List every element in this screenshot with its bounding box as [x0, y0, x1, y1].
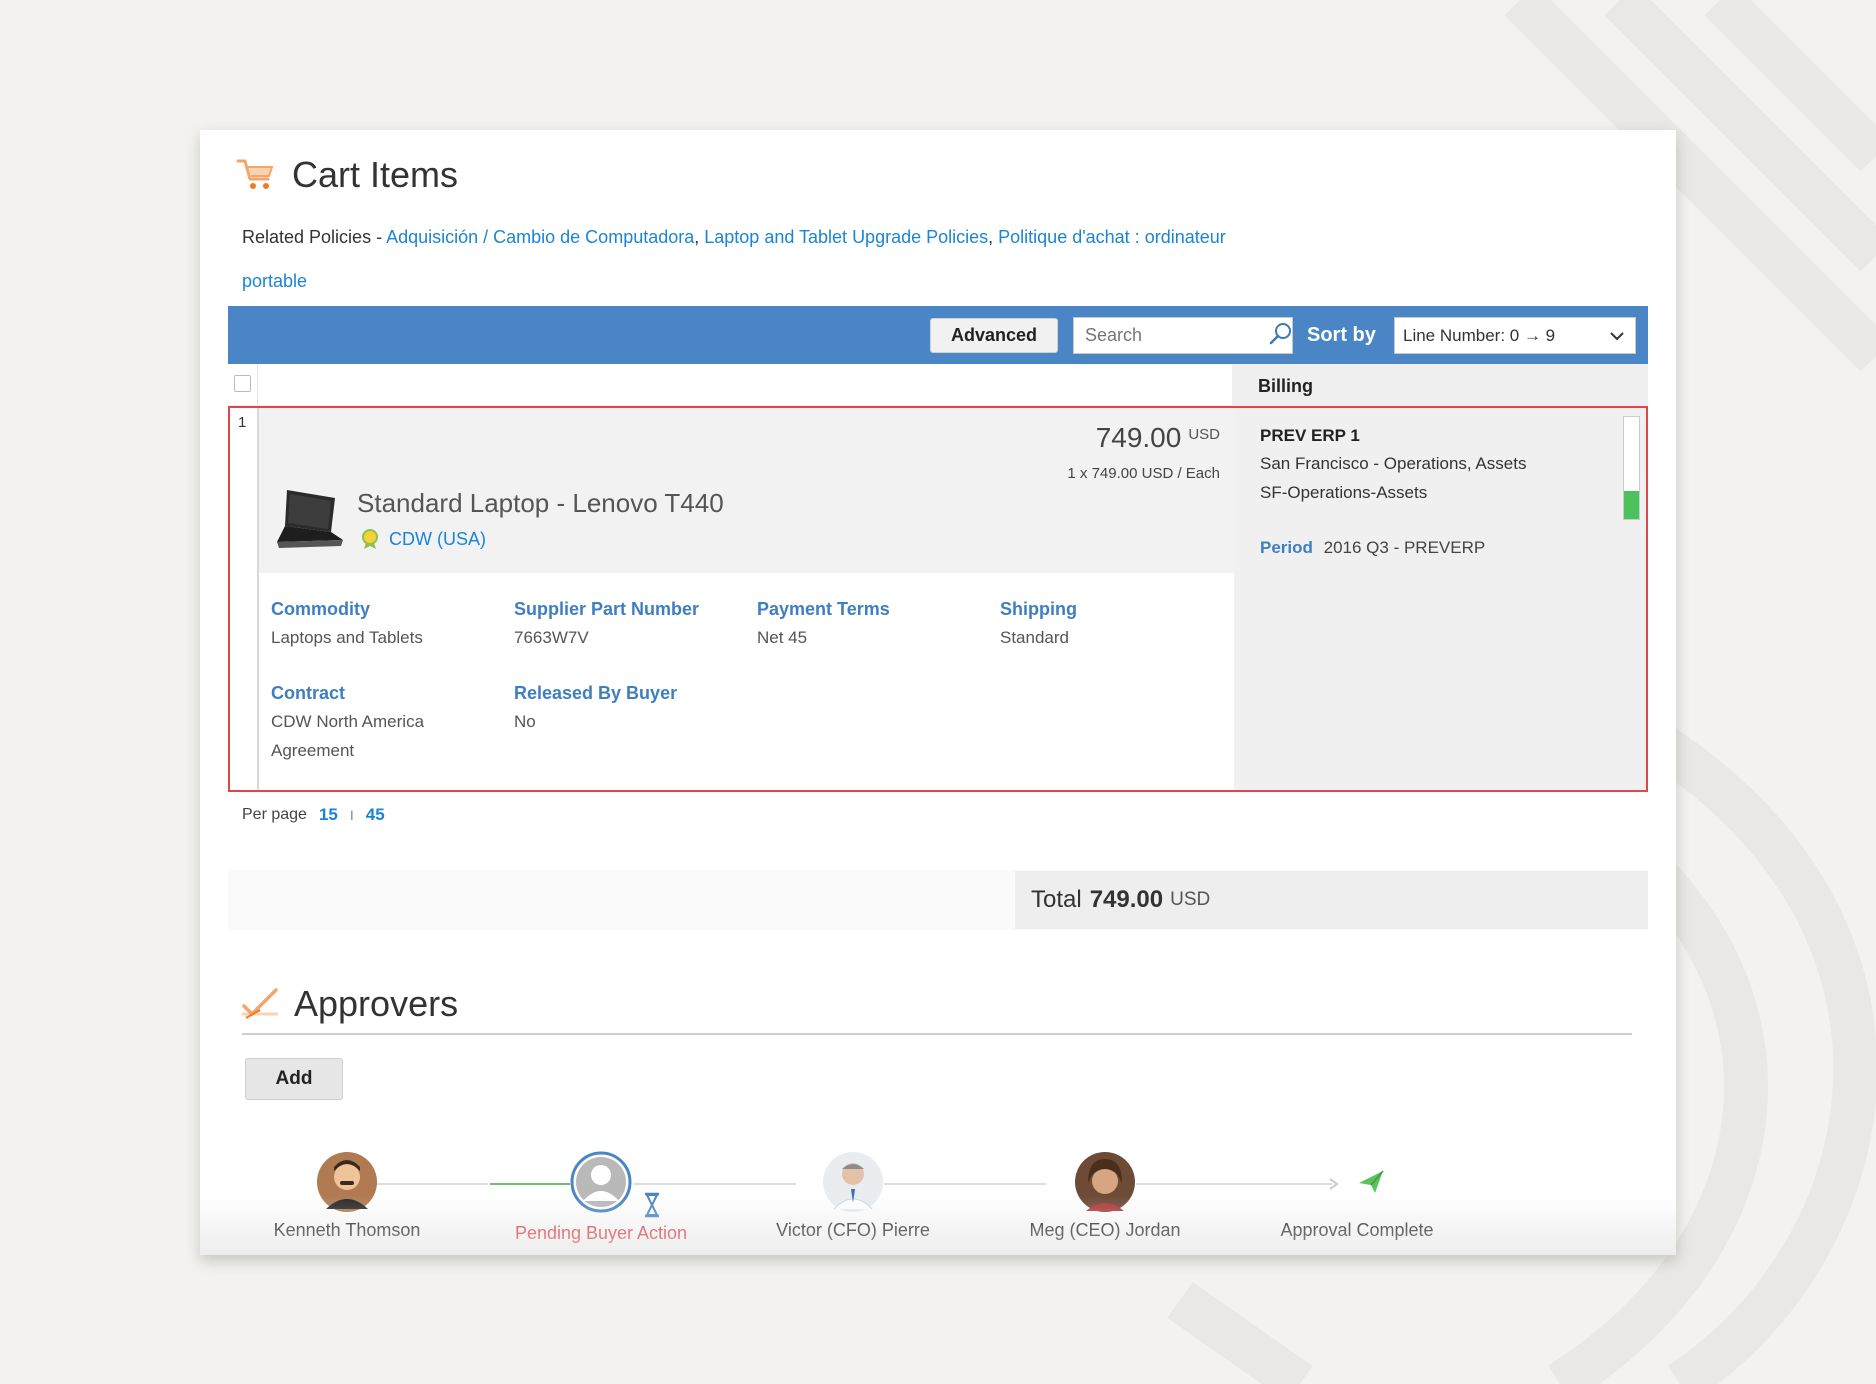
cart-toolbar: Advanced Sort by Line Number: 0 → 9: [228, 306, 1648, 364]
sort-by-label: Sort by: [1307, 324, 1376, 346]
hourglass-icon: [645, 1192, 659, 1218]
per-page-15[interactable]: 15: [319, 805, 338, 825]
avatar-victor-pierre[interactable]: [822, 1151, 884, 1213]
search-icon[interactable]: [1268, 321, 1294, 347]
paper-plane-icon: [1359, 1170, 1384, 1193]
policy-link-laptop-upgrade[interactable]: Laptop and Tablet Upgrade Policies: [704, 227, 988, 247]
contract-field: Contract CDW North America Agreement: [271, 679, 461, 765]
billing-column-header: Billing: [1232, 364, 1648, 406]
cart-line-item[interactable]: 1 749.00 USD 1 x 749.00 USD / Each Stand…: [228, 406, 1648, 792]
related-policies-label: Related Policies -: [242, 227, 387, 247]
released-by-buyer-value: No: [514, 712, 536, 731]
supplier-part-label: Supplier Part Number: [514, 599, 700, 619]
approver-name-kenneth: Kenneth Thomson: [273, 1220, 421, 1240]
cart-icon: [236, 159, 274, 189]
policy-link-adquisicion[interactable]: Adquisición / Cambio de Computadora: [386, 227, 694, 247]
approvers-title: Approvers: [294, 983, 459, 1024]
item-summary: 749.00 USD 1 x 749.00 USD / Each Standar…: [259, 408, 1234, 573]
released-by-buyer-field: Released By Buyer No: [514, 679, 734, 736]
item-billing: PREV ERP 1 San Francisco - Operations, A…: [1234, 408, 1646, 790]
select-all-checkbox[interactable]: [234, 375, 251, 392]
period-value: 2016 Q3 - PREVERP: [1323, 538, 1486, 557]
flow-connector: [1136, 1183, 1332, 1185]
avatar-kenneth-thomson[interactable]: [316, 1151, 378, 1213]
billing-erp-title: PREV ERP 1: [1260, 426, 1360, 445]
preferred-supplier-icon: [362, 529, 378, 549]
scrollbar-thumb[interactable]: [1624, 491, 1639, 519]
policy-separator: ,: [988, 227, 999, 247]
approvers-heading: Approvers: [238, 983, 458, 1025]
period-label: Period: [1260, 538, 1313, 557]
table-header: Billing: [228, 364, 1648, 406]
unit-price: 1 x 749.00 USD / Each: [1067, 465, 1220, 482]
payment-terms-field: Payment Terms Net 45: [757, 595, 977, 652]
approver-name-meg: Meg (CEO) Jordan: [1029, 1220, 1181, 1240]
item-details: Commodity Laptops and Tablets Supplier P…: [259, 573, 1234, 790]
payment-terms-value: Net 45: [757, 628, 808, 647]
supplier[interactable]: CDW (USA): [359, 528, 486, 550]
total-label: Total: [1031, 886, 1082, 913]
add-approver-button[interactable]: Add: [245, 1058, 343, 1100]
avatar-pending-buyer[interactable]: [570, 1151, 632, 1213]
cart-panel: Cart Items Related Policies - Adquisició…: [200, 130, 1676, 1255]
flow-connector: [634, 1183, 796, 1185]
price-amount: 749.00: [1095, 422, 1182, 453]
total-amount: 749.00: [1089, 886, 1164, 913]
cart-total: Total 749.00 USD: [1015, 871, 1648, 929]
total-currency: USD: [1170, 889, 1211, 910]
related-policies: Related Policies - Adquisición / Cambio …: [242, 215, 1242, 303]
flow-connector-active: [490, 1183, 570, 1185]
flow-connector: [884, 1183, 1046, 1185]
billing-scrollbar[interactable]: [1623, 416, 1640, 520]
cart-items-heading: Cart Items: [236, 154, 458, 196]
item-name[interactable]: Standard Laptop - Lenovo T440: [357, 488, 724, 519]
header-divider: [257, 364, 258, 406]
per-page-separator: I: [349, 807, 354, 823]
search-input[interactable]: [1073, 317, 1293, 354]
laptop-product-image[interactable]: [273, 486, 345, 552]
approver-name-victor: Victor (CFO) Pierre: [776, 1220, 930, 1240]
shipping-field: Shipping Standard: [1000, 595, 1220, 652]
line-number: 1: [238, 414, 247, 431]
per-page-45[interactable]: 45: [366, 805, 385, 825]
avatar-meg-jordan[interactable]: [1074, 1151, 1136, 1213]
shipping-label: Shipping: [1000, 599, 1077, 619]
released-by-buyer-label: Released By Buyer: [514, 683, 678, 703]
contract-value: CDW North America Agreement: [271, 712, 425, 760]
payment-terms-label: Payment Terms: [757, 599, 890, 619]
approvers-divider: [242, 1033, 1632, 1035]
chevron-down-icon: [1610, 332, 1624, 341]
sort-select[interactable]: Line Number: 0 → 9: [1394, 317, 1636, 354]
price-currency: USD: [1188, 426, 1220, 443]
sort-select-value: Line Number: 0 → 9: [1403, 325, 1556, 345]
billing-location: San Francisco - Operations, Assets: [1260, 454, 1527, 473]
commodity-value: Laptops and Tablets: [271, 628, 423, 647]
item-price: 749.00 USD: [1096, 422, 1220, 454]
approver-name-pending: Pending Buyer Action: [514, 1223, 688, 1243]
supplier-name[interactable]: CDW (USA): [389, 529, 486, 550]
commodity-field: Commodity Laptops and Tablets: [271, 595, 491, 652]
advanced-search-button[interactable]: Advanced: [930, 318, 1058, 353]
approval-check-icon: [242, 988, 278, 1019]
commodity-label: Commodity: [271, 599, 370, 619]
per-page-selector: Per page 15 I 45: [242, 805, 385, 825]
page-title: Cart Items: [292, 154, 459, 195]
shipping-value: Standard: [1000, 628, 1069, 647]
per-page-label: Per page: [242, 806, 307, 823]
approval-complete-label: Approval Complete: [1280, 1220, 1434, 1240]
contract-label: Contract: [271, 683, 346, 703]
supplier-part-field: Supplier Part Number 7663W7V: [514, 595, 734, 652]
billing-period: Period 2016 Q3 - PREVERP: [1260, 538, 1485, 558]
policy-separator: ,: [694, 227, 705, 247]
supplier-part-value: 7663W7V: [514, 628, 589, 647]
billing-code: SF-Operations-Assets: [1260, 483, 1428, 502]
chevron-right-icon: [1329, 1178, 1339, 1190]
